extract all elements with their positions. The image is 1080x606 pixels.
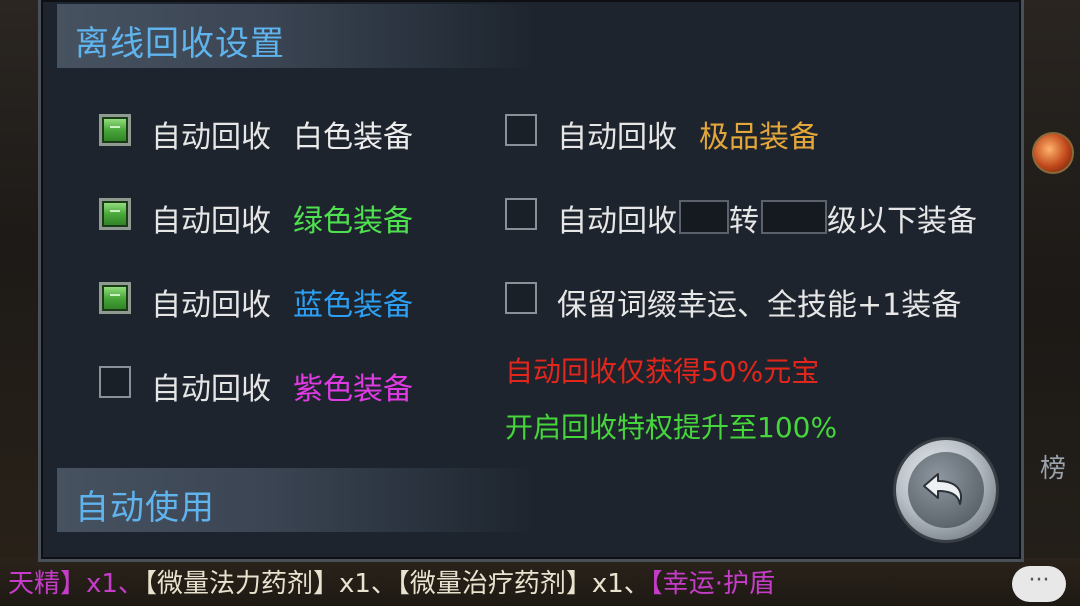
keep-affix-label: 保留词缀幸运、全技能+1装备: [557, 288, 962, 323]
quality-label-epic: 极品装备: [699, 120, 819, 155]
checkbox-keep-affix[interactable]: [505, 282, 537, 314]
level-input[interactable]: [761, 200, 827, 234]
quality-label-green: 绿色装备: [293, 204, 413, 239]
back-arrow-icon: [923, 473, 962, 505]
quality-label-blue: 蓝色装备: [293, 288, 413, 323]
checkbox-blue[interactable]: [99, 282, 131, 314]
zhuan-label: 转: [729, 204, 759, 239]
option-prefix: 自动回收: [151, 120, 271, 155]
option-prefix: 自动回收: [557, 204, 677, 239]
section-header-auto-use: 自动使用: [57, 468, 537, 532]
back-button-face: [908, 452, 984, 528]
chat-fragment: 【幸运·护盾: [649, 569, 776, 599]
zhuan-input[interactable]: [679, 200, 729, 234]
chat-bubble-icon[interactable]: ···: [1012, 566, 1066, 602]
section-header-recycle: 离线回收设置: [57, 4, 537, 68]
checkbox-level-limit[interactable]: [505, 198, 537, 230]
quality-label-white: 白色装备: [293, 120, 413, 155]
background-right-panel: [1020, 0, 1080, 606]
option-prefix: 自动回收: [151, 372, 271, 407]
level-suffix-label: 级以下装备: [827, 204, 977, 239]
chat-line: 天精】x1、【微量法力药剂】x1、【微量治疗药剂】x1、【幸运·护盾: [8, 563, 775, 600]
dialog-title: 离线回收设置: [75, 24, 285, 64]
background-left-panel: [0, 0, 40, 606]
ranking-label[interactable]: 榜: [1040, 448, 1066, 485]
back-button[interactable]: [893, 437, 999, 543]
chat-fragment: 【微量法力药剂】x1、【微量治疗药剂】x1、: [143, 569, 650, 599]
offline-recycle-dialog: 离线回收设置 自动回收 白色装备 自动回收 绿色装备 自动回收 蓝色装备 自动回…: [38, 0, 1024, 562]
option-prefix: 自动回收: [151, 288, 271, 323]
privilege-note: 开启回收特权提升至100%: [505, 411, 838, 444]
option-prefix: 自动回收: [557, 120, 677, 155]
chat-fragment: 天精】x1、: [8, 569, 144, 599]
quality-label-purple: 紫色装备: [293, 372, 413, 407]
option-prefix: 自动回收: [151, 204, 271, 239]
recycle-yield-note: 自动回收仅获得50%元宝: [505, 355, 820, 388]
checkbox-purple[interactable]: [99, 366, 131, 398]
auto-use-title: 自动使用: [75, 488, 215, 528]
orb-icon[interactable]: [1032, 132, 1074, 174]
checkbox-epic[interactable]: [505, 114, 537, 146]
checkbox-green[interactable]: [99, 198, 131, 230]
checkbox-white[interactable]: [99, 114, 131, 146]
